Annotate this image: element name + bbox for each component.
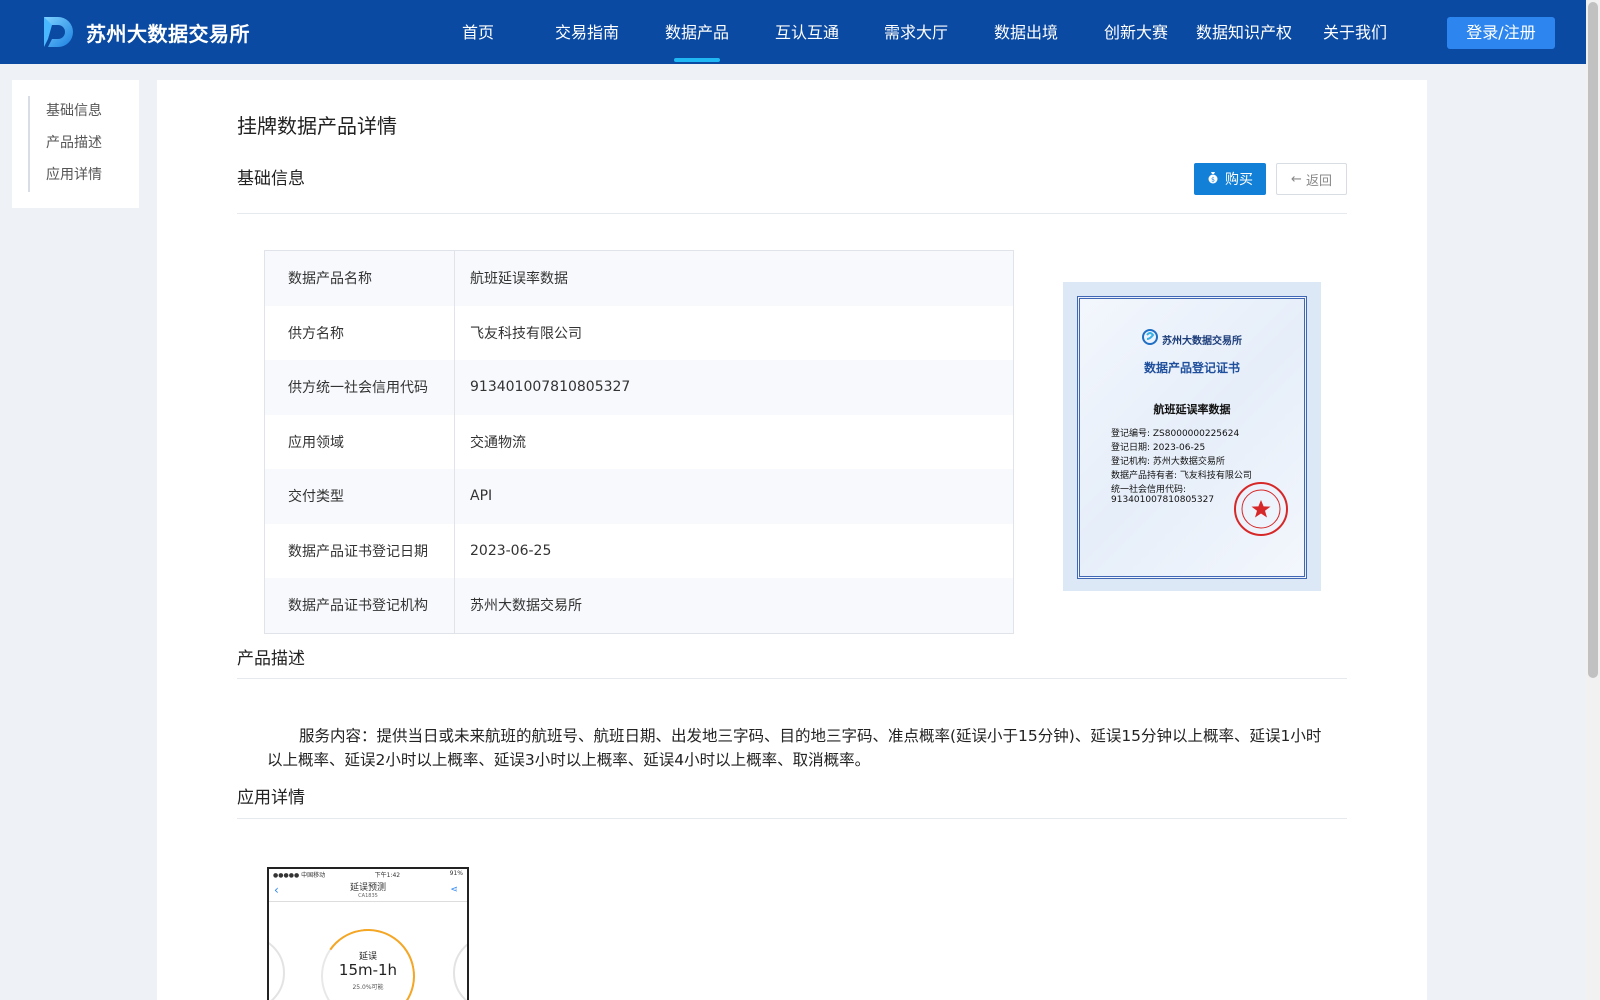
nav-innovation-contest[interactable]: 创新大赛 (1096, 0, 1176, 64)
certificate-line: 登记日期: 2023-06-25 (1111, 443, 1206, 453)
row-label: 数据产品名称 (265, 251, 455, 306)
phone-screen-title: 延误预测 (349, 883, 386, 893)
back-button[interactable]: ← 返回 (1276, 163, 1347, 195)
certificate-line: 数据产品持有者: 飞友科技有限公司 (1111, 471, 1252, 481)
logo-text: 苏州大数据交易所 (86, 21, 250, 46)
top-nav-bar: 苏州大数据交易所 首页 交易指南 数据产品 互认互通 需求大厅 数据出境 创新大… (0, 0, 1586, 64)
row-value: 2023-06-25 (470, 542, 552, 559)
certificate-line: 登记机构: 苏州大数据交易所 (1111, 457, 1225, 467)
logo-icon (40, 13, 78, 51)
row-value: 航班延误率数据 (470, 271, 568, 288)
certificate-line: 913401007810805327 (1111, 495, 1215, 505)
section-title-basic-info: 基础信息 (237, 169, 305, 189)
page-scrollbar[interactable] (1586, 0, 1600, 1000)
registration-certificate-image[interactable]: 苏州大数据交易所 数据产品登记证书 航班延误率数据 登记编号: ZS800000… (1063, 282, 1321, 591)
table-row: 数据产品名称 航班延误率数据 (265, 251, 1013, 306)
section-title-application-details: 应用详情 (237, 788, 305, 808)
scrollbar-thumb[interactable] (1588, 2, 1598, 678)
section-divider (237, 678, 1347, 679)
gauge-left-partial (269, 935, 285, 1000)
table-row: 交付类型 API (265, 469, 1013, 524)
login-register-button[interactable]: 登录/注册 (1447, 17, 1555, 49)
nav-home[interactable]: 首页 (448, 0, 508, 64)
phone-flight-number: CA1835 (358, 893, 378, 899)
row-label: 供方统一社会信用代码 (265, 360, 455, 415)
phone-status-bar: ●●●●● 中国移动 下午1:42 91% (269, 869, 467, 879)
section-title-product-description: 产品描述 (237, 649, 305, 669)
side-nav-basic-info[interactable]: 基础信息 (46, 100, 102, 120)
nav-data-export[interactable]: 数据出境 (986, 0, 1066, 64)
gauge-probability: 25.0%可能 (352, 984, 384, 991)
certificate-line: 登记编号: ZS8000000225624 (1111, 429, 1240, 439)
table-row: 供方名称 飞友科技有限公司 (265, 305, 1013, 360)
row-label: 应用领域 (265, 414, 455, 469)
arrow-left-icon: ← (1291, 171, 1302, 187)
row-label: 交付类型 (265, 469, 455, 524)
gauge-value: 15m-1h (338, 961, 398, 979)
certificate-details: 登记编号: ZS8000000225624 登记日期: 2023-06-25 登… (1111, 427, 1252, 505)
side-nav-rail (28, 96, 30, 192)
nav-data-ip[interactable]: 数据知识产权 (1188, 0, 1300, 64)
section-divider (237, 213, 1347, 214)
row-value: 913401007810805327 (470, 379, 631, 396)
certificate-title: 数据产品登记证书 (1143, 361, 1240, 375)
row-label: 数据产品证书登记机构 (265, 578, 455, 633)
svg-text:$: $ (1211, 176, 1215, 183)
money-bag-icon: $ (1207, 171, 1219, 188)
nav-data-products[interactable]: 数据产品 (657, 0, 737, 64)
row-label: 数据产品证书登记日期 (265, 523, 455, 578)
row-value: 交通物流 (470, 434, 526, 451)
share-icon: ⋖ (450, 885, 458, 895)
certificate-product-name: 航班延误率数据 (1153, 403, 1231, 416)
row-value: API (470, 488, 493, 505)
certificate-frame: 苏州大数据交易所 数据产品登记证书 航班延误率数据 登记编号: ZS800000… (1077, 296, 1307, 579)
nav-about-us[interactable]: 关于我们 (1315, 0, 1395, 64)
nav-trade-guide[interactable]: 交易指南 (547, 0, 627, 64)
nav-demand-hall[interactable]: 需求大厅 (876, 0, 956, 64)
delay-gauge: 延误 15m-1h 25.0%可能 (313, 921, 423, 1000)
back-button-label: 返回 (1305, 173, 1332, 189)
phone-battery: 91% (449, 870, 463, 877)
table-row: 数据产品证书登记日期 2023-06-25 (265, 523, 1013, 578)
chevron-left-icon: ‹ (274, 883, 279, 897)
red-seal-stamp (1234, 482, 1288, 536)
detail-panel: 挂牌数据产品详情 基础信息 $ 购买 ← 返回 数据产品名称 航班延误率数据 供… (157, 80, 1427, 1000)
site-logo[interactable]: 苏州大数据交易所 (40, 12, 250, 52)
product-info-table: 数据产品名称 航班延误率数据 供方名称 飞友科技有限公司 供方统一社会信用代码 … (264, 250, 1014, 634)
section-divider (237, 818, 1347, 819)
product-description-text: 服务内容：提供当日或未来航班的航班号、航班日期、出发地三字码、目的地三字码、准点… (267, 727, 1322, 769)
gauge-right-partial (453, 935, 467, 1000)
nav-mutual-recognition[interactable]: 互认互通 (767, 0, 847, 64)
row-value: 飞友科技有限公司 (470, 325, 582, 342)
table-row: 数据产品证书登记机构 苏州大数据交易所 (265, 578, 1013, 633)
phone-carrier: ●●●●● 中国移动 (273, 872, 326, 879)
side-anchor-nav: 基础信息 产品描述 应用详情 (12, 80, 139, 208)
buy-button[interactable]: $ 购买 (1194, 163, 1266, 195)
side-nav-application-details[interactable]: 应用详情 (46, 164, 102, 184)
row-value: 苏州大数据交易所 (470, 598, 582, 615)
certificate-line: 统一社会信用代码: (1111, 485, 1187, 495)
phone-divider (269, 901, 467, 902)
app-screenshot-image[interactable]: ●●●●● 中国移动 下午1:42 91% ‹ ⋖ 延误预测 CA1835 延误… (267, 867, 469, 1000)
phone-time: 下午1:42 (374, 872, 401, 879)
side-nav-product-description[interactable]: 产品描述 (46, 132, 102, 152)
certificate-logo-icon (1142, 329, 1158, 349)
certificate-org: 苏州大数据交易所 (1162, 335, 1242, 347)
buy-button-label: 购买 (1225, 172, 1253, 188)
table-row: 供方统一社会信用代码 913401007810805327 (265, 360, 1013, 415)
certificate-header: 苏州大数据交易所 (1080, 329, 1304, 349)
page-title: 挂牌数据产品详情 (237, 114, 397, 138)
table-row: 应用领域 交通物流 (265, 414, 1013, 469)
row-label: 供方名称 (265, 305, 455, 360)
